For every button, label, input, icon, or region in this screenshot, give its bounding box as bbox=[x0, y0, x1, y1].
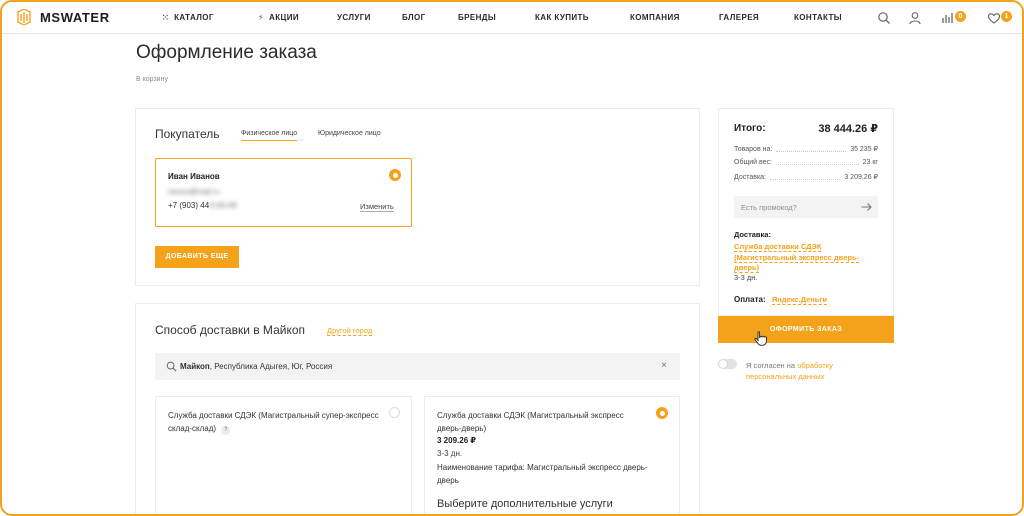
city-name: Майкоп bbox=[180, 362, 210, 371]
summary-row-value: 3 209.26 ₽ bbox=[844, 174, 878, 181]
delivery-title: Способ доставки в Майкоп bbox=[155, 323, 305, 337]
search-icon bbox=[166, 361, 177, 372]
delivery-option-price: 3 209.26 ₽ bbox=[437, 436, 476, 445]
city-search-input[interactable]: Майкоп, Республика Адыгея, Юг, Россия × bbox=[155, 353, 680, 380]
summary-row-goods: Товаров на: 35 235 ₽ bbox=[734, 145, 878, 154]
promo-code-input[interactable]: Есть промокод? bbox=[734, 196, 878, 218]
promo-placeholder: Есть промокод? bbox=[741, 203, 797, 212]
page-frame: MSWATER ⁙ КАТАЛОГ ⚡ АКЦИИ УСЛУГИ БЛОГ БРЕН… bbox=[0, 0, 1024, 516]
buyer-phone: +7 (903) 444-44-44 bbox=[168, 201, 237, 210]
tab-individual[interactable]: Физическое лицо bbox=[241, 130, 298, 141]
page-title: Оформление заказа bbox=[136, 42, 317, 63]
consent-label: Я согласен на bbox=[746, 361, 796, 370]
compare-icon[interactable] bbox=[941, 11, 955, 25]
logo-icon bbox=[17, 9, 31, 25]
compare-count-badge: 0 bbox=[955, 11, 966, 22]
tab-legal-entity[interactable]: Юридическое лицо bbox=[318, 130, 381, 140]
delivery-option-name: Служба доставки СДЭК (Магистральный эксп… bbox=[437, 411, 624, 433]
consent-text: Я согласен на обработку персональных дан… bbox=[746, 360, 856, 382]
other-city-link[interactable]: Другой город bbox=[327, 326, 373, 336]
nav-how-to-buy[interactable]: КАК КУПИТЬ bbox=[535, 13, 589, 22]
buyer-profile-radio[interactable] bbox=[389, 169, 401, 181]
summary-payment-link[interactable]: Яндекс.Деньги bbox=[771, 295, 828, 305]
site-header: MSWATER ⁙ КАТАЛОГ ⚡ АКЦИИ УСЛУГИ БЛОГ БРЕН… bbox=[2, 2, 1022, 34]
delivery-option-name-text: Служба доставки СДЭК (Магистральный супе… bbox=[168, 411, 379, 433]
nav-brands[interactable]: БРЕНДЫ bbox=[458, 13, 496, 22]
logo-text: MSWATER bbox=[40, 9, 110, 25]
total-label: Итого: bbox=[734, 123, 766, 134]
search-icon[interactable] bbox=[877, 11, 891, 25]
summary-row-value: 35 235 ₽ bbox=[850, 146, 878, 153]
summary-row-value: 23 кг bbox=[862, 159, 878, 166]
city-search-value: Майкоп, Республика Адыгея, Юг, Россия bbox=[180, 362, 332, 371]
favorites-count-badge: 1 bbox=[1001, 11, 1012, 22]
summary-payment: Оплата: Яндекс.Деньги bbox=[734, 295, 828, 305]
summary-row-weight: Общий вес: 23 кг bbox=[734, 159, 878, 166]
summary-payment-label: Оплата: bbox=[734, 295, 766, 304]
summary-delivery-days: 3-3 дн. bbox=[734, 273, 758, 282]
buyer-name: Иван Иванов bbox=[168, 172, 220, 181]
delivery-option-days: 3-3 дн. bbox=[437, 449, 463, 458]
summary-row-delivery: Доставка: 3 209.26 ₽ bbox=[734, 173, 878, 182]
consent-toggle[interactable] bbox=[718, 359, 737, 369]
total-value: 38 444.26 ₽ bbox=[818, 123, 878, 135]
buyer-phone-masked: 4-44-44 bbox=[209, 201, 237, 210]
delivery-option-radio-selected[interactable] bbox=[656, 407, 668, 419]
nav-catalog-label: КАТАЛОГ bbox=[174, 13, 214, 22]
clear-icon[interactable]: × bbox=[661, 360, 667, 371]
submit-order-button[interactable]: ОФОРМИТЬ ЗАКАЗ bbox=[718, 316, 894, 343]
hand-cursor-icon bbox=[754, 331, 767, 346]
edit-buyer-link[interactable]: Изменить bbox=[360, 202, 394, 212]
nav-promotions[interactable]: ⚡ АКЦИИ bbox=[258, 13, 299, 22]
logo[interactable]: MSWATER bbox=[16, 9, 110, 25]
nav-catalog[interactable]: ⁙ КАТАЛОГ bbox=[162, 13, 214, 22]
summary-delivery-label: Доставка: bbox=[734, 230, 771, 239]
summary-delivery-value[interactable]: Служба доставки СДЭК (Магистральный эксп… bbox=[734, 242, 862, 274]
nav-contacts[interactable]: КОНТАКТЫ bbox=[794, 13, 842, 22]
lightning-icon: ⚡ bbox=[258, 13, 265, 22]
nav-promotions-label: АКЦИИ bbox=[269, 13, 300, 22]
nav-gallery[interactable]: ГАЛЕРЕЯ bbox=[719, 13, 759, 22]
summary-row-label: Общий вес: bbox=[734, 159, 772, 166]
summary-row-label: Товаров на: bbox=[734, 145, 773, 153]
arrow-right-icon[interactable] bbox=[861, 202, 872, 212]
summary-row-label: Доставка: bbox=[734, 173, 767, 181]
buyer-phone-visible: +7 (903) 44 bbox=[168, 201, 210, 210]
user-icon[interactable] bbox=[908, 11, 922, 25]
delivery-option-name: Служба доставки СДЭК (Магистральный супе… bbox=[168, 409, 383, 435]
grid-icon: ⁙ bbox=[162, 13, 170, 22]
add-buyer-button[interactable]: ДОБАВИТЬ ЕЩЕ bbox=[155, 246, 239, 268]
heart-icon[interactable] bbox=[987, 11, 1001, 25]
summary-delivery-link[interactable]: Служба доставки СДЭК (Магистральный эксп… bbox=[734, 242, 860, 273]
buyer-title: Покупатель bbox=[155, 127, 220, 141]
city-region: , Республика Адыгея, Юг, Россия bbox=[209, 362, 333, 371]
delivery-option-radio[interactable] bbox=[389, 407, 400, 418]
nav-company[interactable]: КОМПАНИЯ bbox=[630, 13, 680, 22]
nav-blog[interactable]: БЛОГ bbox=[402, 13, 426, 22]
extra-services-title: Выберите дополнительные услуги bbox=[437, 498, 613, 510]
delivery-option-tariff: Наименование тарифа: Магистральный экспр… bbox=[437, 463, 648, 485]
help-icon[interactable]: ? bbox=[221, 426, 231, 435]
buyer-email-masked: ivanov@mail.ru bbox=[168, 187, 220, 196]
breadcrumb-to-cart[interactable]: В корзину bbox=[136, 76, 168, 83]
nav-services[interactable]: УСЛУГИ bbox=[337, 13, 371, 22]
